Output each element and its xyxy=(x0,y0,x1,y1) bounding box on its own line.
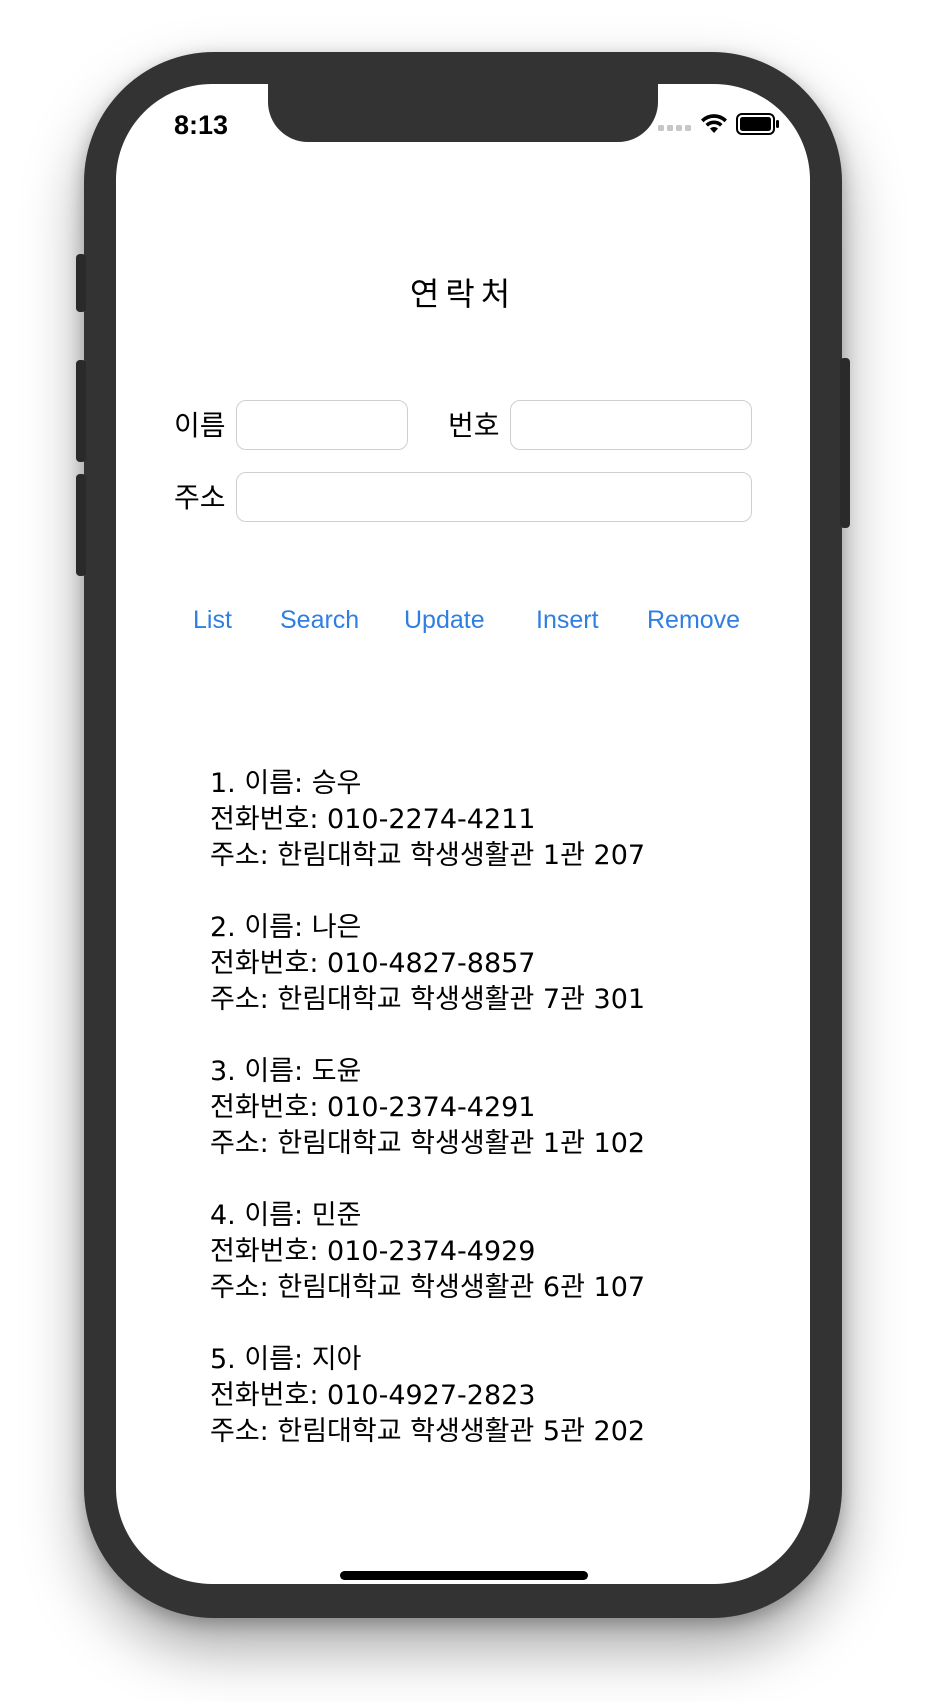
number-field[interactable] xyxy=(510,400,752,450)
notch xyxy=(268,84,658,142)
status-icons xyxy=(658,113,780,139)
update-button[interactable]: Update xyxy=(404,606,485,635)
search-button[interactable]: Search xyxy=(280,606,359,635)
contact-name: 1. 이름: 승우 xyxy=(210,768,362,799)
contact-list: 1. 이름: 승우 전화번호: 010-2274-4211 주소: 한림대학교 … xyxy=(210,766,770,1486)
action-buttons: List Search Update Insert Remove xyxy=(116,606,810,646)
contact-phone: 전화번호: 010-2374-4929 xyxy=(210,1236,536,1267)
contact-address: 주소: 한림대학교 학생생활관 7관 301 xyxy=(210,984,646,1015)
number-label: 번호 xyxy=(448,409,500,442)
contact-name: 5. 이름: 지아 xyxy=(210,1344,362,1375)
insert-button[interactable]: Insert xyxy=(536,606,599,635)
list-item: 2. 이름: 나은 전화번호: 010-4827-8857 주소: 한림대학교 … xyxy=(210,910,770,1018)
cellular-signal-icon xyxy=(658,117,692,136)
volume-up-button xyxy=(76,360,86,462)
contact-address: 주소: 한림대학교 학생생활관 5관 202 xyxy=(210,1416,646,1447)
contact-phone: 전화번호: 010-4827-8857 xyxy=(210,948,536,979)
contact-name: 2. 이름: 나은 xyxy=(210,912,362,943)
list-item: 5. 이름: 지아 전화번호: 010-4927-2823 주소: 한림대학교 … xyxy=(210,1342,770,1450)
name-field[interactable] xyxy=(236,400,408,450)
contact-phone: 전화번호: 010-4927-2823 xyxy=(210,1380,536,1411)
remove-button[interactable]: Remove xyxy=(647,606,740,635)
address-label: 주소 xyxy=(174,481,226,514)
contact-name: 4. 이름: 민준 xyxy=(210,1200,362,1231)
mute-switch xyxy=(76,254,86,312)
status-time: 8:13 xyxy=(174,110,229,140)
volume-down-button xyxy=(76,474,86,576)
address-field[interactable] xyxy=(236,472,752,522)
contact-phone: 전화번호: 010-2274-4211 xyxy=(210,804,536,835)
app-screen: 8:13 연락처 이름 번호 주소 List Search Update Ins… xyxy=(116,84,810,1584)
simulator-stage: 8:13 연락처 이름 번호 주소 List Search Update Ins… xyxy=(0,0,926,1702)
contact-phone: 전화번호: 010-2374-4291 xyxy=(210,1092,536,1123)
wifi-icon xyxy=(700,113,728,139)
contact-name: 3. 이름: 도윤 xyxy=(210,1056,362,1087)
list-button[interactable]: List xyxy=(193,606,232,635)
contact-address: 주소: 한림대학교 학생생활관 1관 102 xyxy=(210,1128,646,1159)
contact-address: 주소: 한림대학교 학생생활관 1관 207 xyxy=(210,840,646,871)
list-item: 4. 이름: 민준 전화번호: 010-2374-4929 주소: 한림대학교 … xyxy=(210,1198,770,1306)
power-button xyxy=(840,358,850,528)
home-indicator[interactable] xyxy=(340,1571,588,1580)
name-label: 이름 xyxy=(174,409,226,442)
contact-address: 주소: 한림대학교 학생생활관 6관 107 xyxy=(210,1272,646,1303)
list-item: 3. 이름: 도윤 전화번호: 010-2374-4291 주소: 한림대학교 … xyxy=(210,1054,770,1162)
battery-icon xyxy=(736,113,780,139)
page-title: 연락처 xyxy=(409,275,517,313)
list-item: 1. 이름: 승우 전화번호: 010-2274-4211 주소: 한림대학교 … xyxy=(210,766,770,874)
